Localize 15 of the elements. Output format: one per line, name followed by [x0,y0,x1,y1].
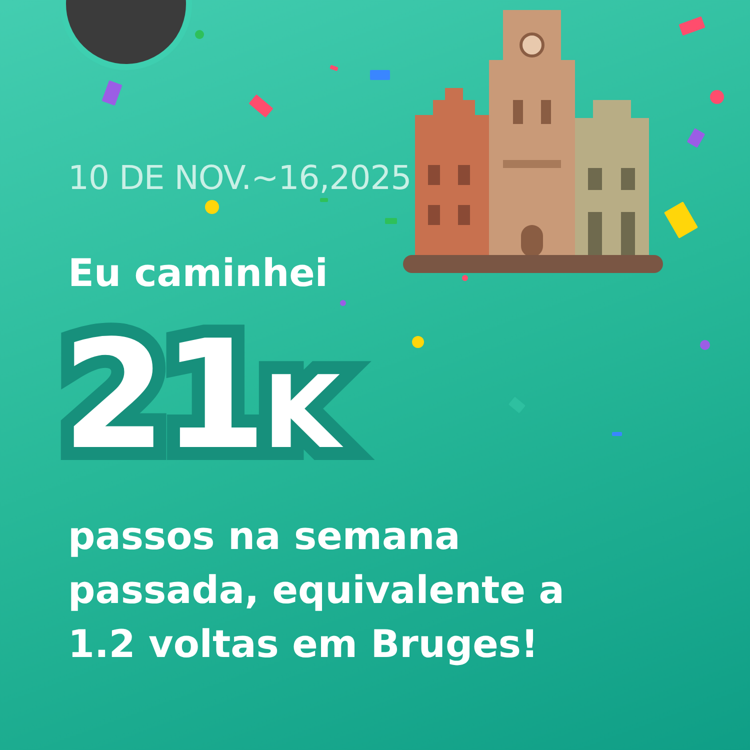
confetti-piece [320,198,328,202]
confetti-piece [370,70,390,80]
confetti-piece [385,218,397,224]
confetti-piece [612,432,622,436]
heading: Eu caminhei [68,250,328,296]
confetti-piece [340,300,346,306]
date-range: 10 DE NOV.~16,2025 [68,158,412,198]
confetti-piece [462,275,468,281]
confetti-piece [412,336,424,348]
confetti-piece [330,64,338,72]
confetti-piece [710,90,724,104]
confetti-piece [195,30,204,39]
confetti-piece [205,200,219,214]
confetti-piece [700,340,710,350]
summary-text: passos na semana passada, equivalente a 1.2 voltas em Bruges! [68,513,564,668]
